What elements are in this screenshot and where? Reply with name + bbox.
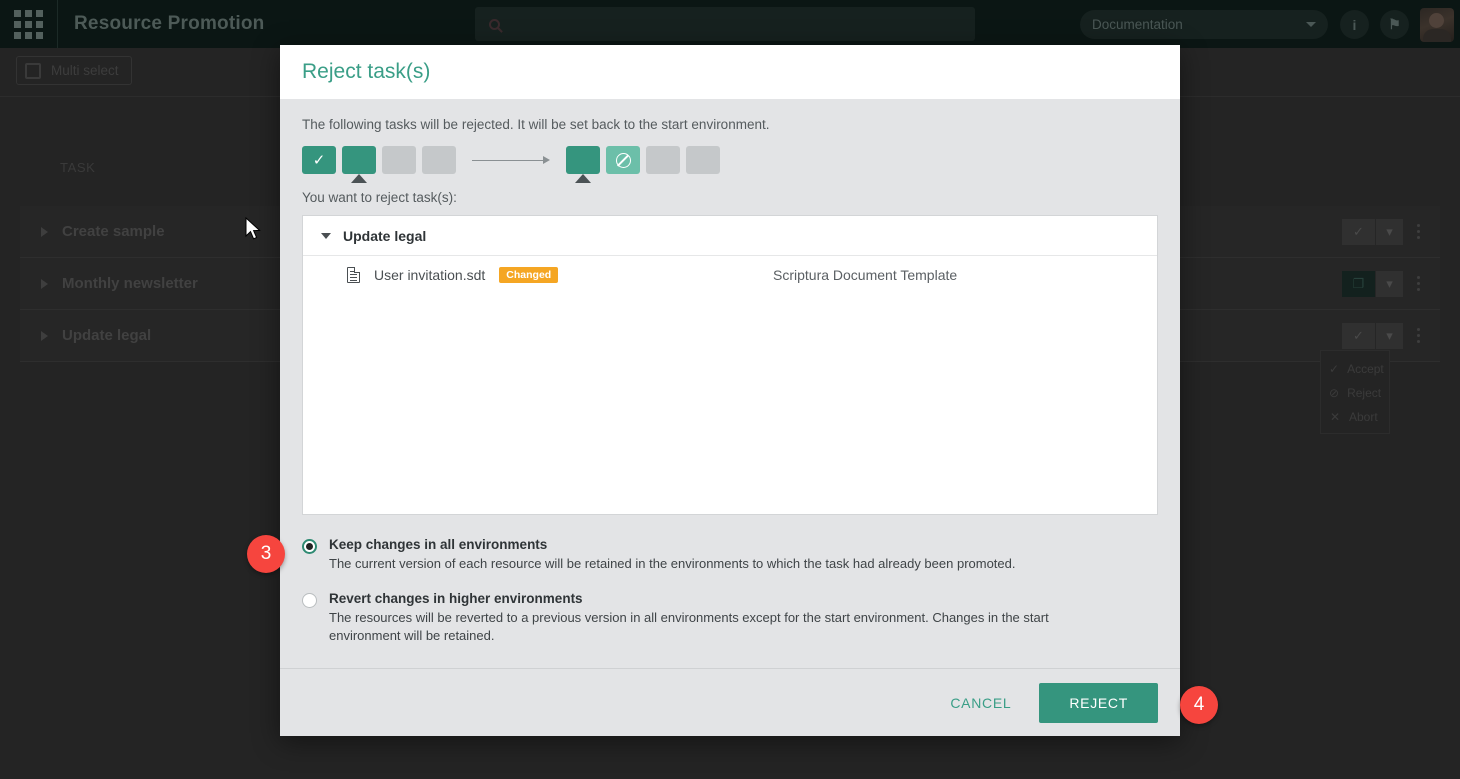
option-revert-changes-description: The resources will be reverted to a prev… [329, 609, 1049, 643]
step-badge-4: 4 [1180, 686, 1218, 724]
environment-box-rejected [606, 146, 640, 174]
option-revert-changes[interactable]: Revert changes in higher environments Th… [302, 591, 1158, 645]
radio-revert-changes[interactable] [302, 592, 317, 608]
environment-box-start [566, 146, 600, 183]
dialog-description: The following tasks will be rejected. It… [302, 117, 770, 132]
reject-button[interactable]: REJECT [1039, 682, 1158, 723]
environment-box-empty [422, 146, 456, 174]
step-badge-3: 3 [247, 535, 285, 573]
environment-group-source: ✓ [302, 146, 456, 183]
option-revert-changes-title: Revert changes in higher environments [329, 590, 583, 606]
environment-group-target [566, 146, 720, 183]
task-group-name: Update legal [343, 227, 427, 244]
dialog-title: Reject task(s) [302, 60, 431, 83]
status-badge: Changed [499, 266, 559, 284]
environment-flow: ✓ [302, 146, 1158, 183]
environment-box-accepted: ✓ [302, 146, 336, 174]
task-group-header[interactable]: Update legal [303, 216, 1157, 256]
ban-icon [615, 152, 631, 168]
dialog-body: The following tasks will be rejected. It… [280, 99, 1180, 668]
dialog-footer: CANCEL REJECT [280, 668, 1180, 736]
environment-box-empty [382, 146, 416, 174]
option-keep-changes-title: Keep changes in all environments [329, 537, 548, 552]
radio-keep-changes[interactable] [302, 539, 317, 554]
environment-box-current [342, 146, 376, 183]
check-icon: ✓ [312, 151, 326, 169]
dialog-header: Reject task(s) [280, 45, 1180, 99]
resource-row[interactable]: User invitation.sdt Changed Scriptura Do… [303, 256, 1157, 294]
resource-name: User invitation.sdt [374, 267, 486, 283]
reject-prompt: You want to reject task(s): [302, 190, 457, 205]
environment-box-empty [686, 146, 720, 174]
document-file-icon [347, 266, 361, 283]
resource-type: Scriptura Document Template [773, 267, 958, 283]
reject-options: Keep changes in all environments The cur… [302, 537, 1158, 645]
reject-tasks-dialog: Reject task(s) The following tasks will … [280, 45, 1180, 736]
option-keep-changes-description: The current version of each resource wil… [329, 556, 1016, 571]
cancel-button[interactable]: CANCEL [944, 685, 1017, 721]
option-keep-changes[interactable]: Keep changes in all environments The cur… [302, 537, 1158, 573]
modal-scrim: Reject task(s) The following tasks will … [0, 0, 1460, 779]
chevron-down-icon[interactable] [321, 232, 331, 239]
arrow-right-icon [472, 146, 550, 174]
environment-box-empty [646, 146, 680, 174]
task-list-panel: Update legal User invitation.sdt Changed… [302, 215, 1158, 515]
